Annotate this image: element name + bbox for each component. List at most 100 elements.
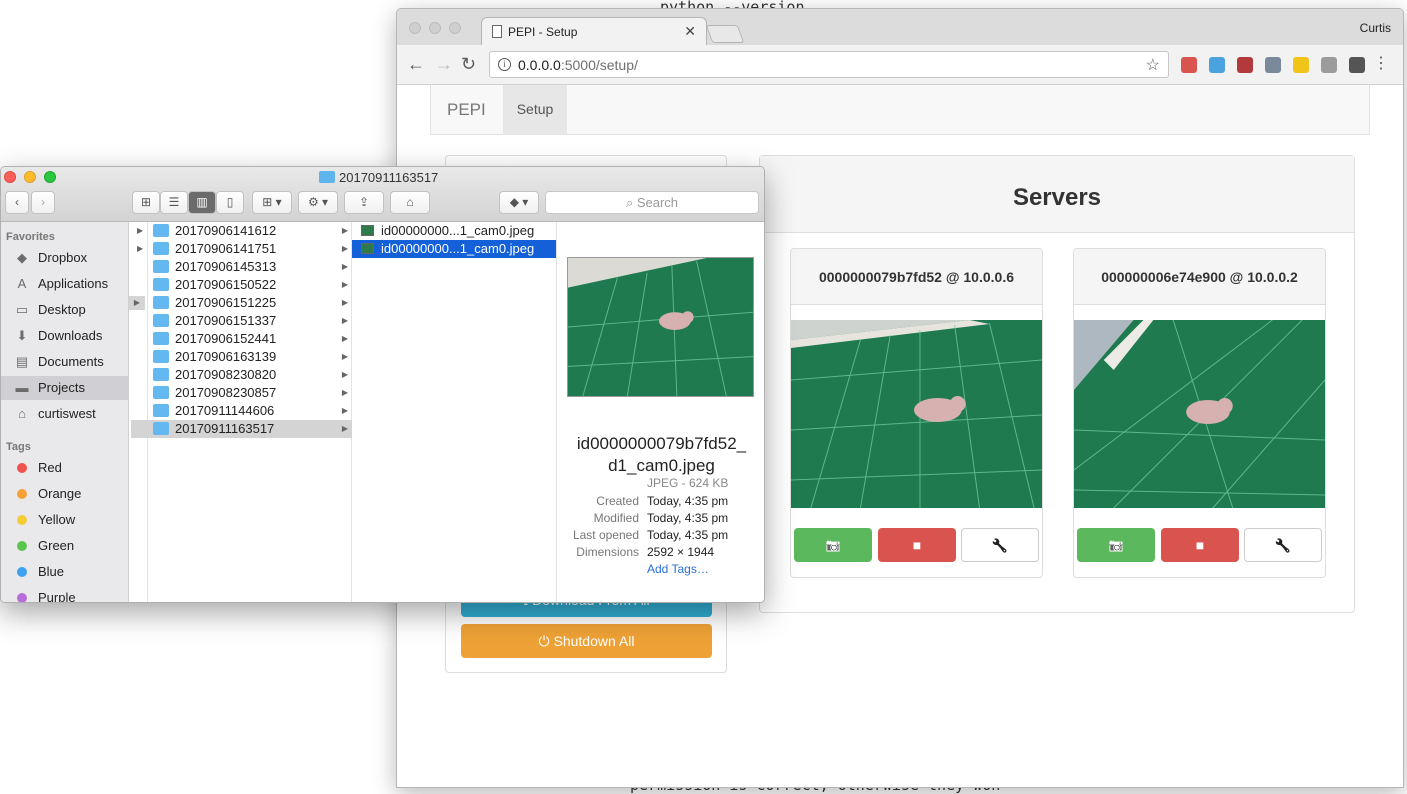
server-title: 0000000079b7fd52 @ 10.0.0.6 (818, 269, 1014, 285)
dropbox-button[interactable]: ◆ ▾ (499, 191, 539, 214)
gallery-view-button[interactable]: ▯ (216, 191, 244, 214)
folder-icon (153, 332, 169, 345)
reload-icon[interactable]: ↻ (461, 54, 476, 74)
search-field[interactable]: ⌕ Search (545, 191, 759, 214)
file-row[interactable]: id00000000...1_cam0.jpeg (352, 240, 556, 258)
folder-row[interactable]: 20170906150522 ▶ (131, 276, 352, 294)
chevron-right-icon: ▶ (341, 280, 348, 289)
sidebar-item-projects[interactable]: ▬ Projects (1, 376, 128, 400)
arrange-button[interactable]: ⊞ ▾ (252, 191, 292, 214)
action-gear-button[interactable]: ⚙ ▾ (298, 191, 338, 214)
sidebar-item-label: Applications (38, 276, 109, 291)
shutdown-all-button[interactable]: ⏻ Shutdown All (461, 624, 712, 658)
list-view-button[interactable]: ☰ (160, 191, 188, 214)
address-bar[interactable]: i 0.0.0.0:5000/setup/ ☆ (489, 51, 1169, 78)
folder-row[interactable]: 20170908230820 ▶ (131, 366, 352, 384)
tag-color-dot (17, 489, 27, 499)
capture-button[interactable]: 📷 (1077, 528, 1155, 562)
sidebar-item-documents[interactable]: ▤ Documents (1, 350, 128, 374)
bookmark-star-icon[interactable]: ☆ (1146, 55, 1160, 75)
folder-row[interactable]: 20170906152441 ▶ (131, 330, 352, 348)
tab-close-icon[interactable]: ✕ (684, 23, 696, 40)
dropbox-icon: ◆ (17, 250, 27, 265)
extension-icon[interactable] (1265, 57, 1281, 73)
dimensions-label: Dimensions (576, 545, 639, 559)
file-row[interactable]: id00000000...1_cam0.jpeg (352, 222, 556, 240)
server-card-header: 0000000079b7fd52 @ 10.0.0.6 (791, 249, 1042, 305)
sidebar-tag-blue[interactable]: Blue (1, 560, 128, 584)
url-host: 0.0.0.0 (518, 57, 561, 73)
disclosure-triangle-icon[interactable]: ▶ (137, 222, 143, 240)
forward-icon[interactable]: → (435, 54, 453, 74)
share-button[interactable]: ⇪ (344, 191, 384, 214)
sidebar-item-curtiswest[interactable]: ⌂ curtiswest (1, 402, 128, 426)
finder-window: 20170911163517 ‹ › ⊞ ☰ ▥ ▯ ⊞ ▾ ⚙ ▾ ⇪ ⌂ ◆… (0, 166, 765, 603)
back-icon[interactable]: ← (407, 54, 425, 74)
folder-row[interactable]: ▶ 20170906141751 ▶ (131, 240, 352, 258)
desktop-icon: ▭ (15, 302, 29, 317)
created-value: Today, 4:35 pm (647, 494, 729, 508)
disclosure-triangle-icon[interactable]: ▶ (137, 240, 143, 258)
folder-name: 20170906150522 (175, 277, 277, 292)
created-label: Created (596, 494, 639, 508)
record-button[interactable]: ■ (1161, 528, 1239, 562)
folder-row[interactable]: 20170906151337 ▶ (131, 312, 352, 330)
add-tags-link[interactable]: Add Tags… (647, 562, 709, 576)
extension-icon[interactable] (1293, 57, 1309, 73)
chevron-right-icon: ▶ (341, 406, 348, 415)
sidebar-item-downloads[interactable]: ⬇ Downloads (1, 324, 128, 348)
folder-row[interactable]: ▶ 20170906141612 ▶ (131, 222, 352, 240)
sidebar-tag-red[interactable]: Red (1, 456, 128, 480)
folder-row[interactable]: 20170911163517 ▶ (131, 420, 352, 438)
back-button[interactable]: ‹ (5, 191, 29, 214)
sidebar-item-applications[interactable]: A Applications (1, 272, 128, 296)
nav-setup[interactable]: Setup (503, 85, 567, 134)
info-icon[interactable]: i (498, 58, 511, 71)
minimize-window-button[interactable] (429, 22, 441, 34)
sidebar-tag-label: Yellow (38, 512, 76, 527)
sidebar-item-dropbox[interactable]: ◆ Dropbox (1, 246, 128, 270)
record-button[interactable]: ■ (878, 528, 956, 562)
sidebar-item-desktop[interactable]: ▭ Desktop (1, 298, 128, 322)
icon-view-button[interactable]: ⊞ (132, 191, 160, 214)
column-view-button[interactable]: ▥ (188, 191, 216, 214)
sidebar-tag-label: Red (38, 460, 62, 475)
extension-icon[interactable] (1209, 57, 1225, 73)
new-tab-button[interactable] (705, 25, 745, 43)
tag-color-dot (17, 541, 27, 551)
chrome-menu-icon[interactable]: ⋮ (1373, 54, 1389, 74)
sidebar-tag-yellow[interactable]: Yellow (1, 508, 128, 532)
extension-icon[interactable] (1349, 57, 1365, 73)
extension-icon[interactable] (1321, 57, 1337, 73)
file-name: id00000000...1_cam0.jpeg (381, 241, 535, 256)
sidebar-tag-orange[interactable]: Orange (1, 482, 128, 506)
zoom-window-button[interactable] (44, 171, 56, 183)
settings-button[interactable]: 🔧 (961, 528, 1039, 562)
minimize-window-button[interactable] (24, 171, 36, 183)
folder-row[interactable]: 20170906163139 ▶ (131, 348, 352, 366)
pepi-navbar: PEPI Setup (430, 85, 1370, 135)
folder-icon (153, 314, 169, 327)
image-file-icon (361, 243, 374, 254)
edit-tags-button[interactable]: ⌂ (390, 191, 430, 214)
last-opened-value: Today, 4:35 pm (647, 528, 729, 542)
tab-pepi-setup[interactable]: PEPI - Setup ✕ (481, 17, 707, 46)
folder-row[interactable]: 20170911144606 ▶ (131, 402, 352, 420)
close-window-button[interactable] (4, 171, 16, 183)
folder-row[interactable]: 20170906151225 ▶ (131, 294, 352, 312)
zoom-window-button[interactable] (449, 22, 461, 34)
folder-row[interactable]: 20170908230857 ▶ (131, 384, 352, 402)
close-window-button[interactable] (409, 22, 421, 34)
disclosure-triangle-icon[interactable]: ▶ (129, 296, 145, 310)
brand-link[interactable]: PEPI (447, 100, 486, 120)
preview-kind: JPEG - 624 KB (647, 476, 729, 490)
sidebar-tag-purple[interactable]: Purple (1, 586, 128, 602)
settings-button[interactable]: 🔧 (1244, 528, 1322, 562)
capture-button[interactable]: 📷 (794, 528, 872, 562)
extension-icon[interactable] (1237, 57, 1253, 73)
folder-row[interactable]: 20170906145313 ▶ (131, 258, 352, 276)
extension-icon[interactable] (1181, 57, 1197, 73)
forward-button[interactable]: › (31, 191, 55, 214)
profile-name[interactable]: Curtis (1360, 21, 1391, 35)
sidebar-tag-green[interactable]: Green (1, 534, 128, 558)
